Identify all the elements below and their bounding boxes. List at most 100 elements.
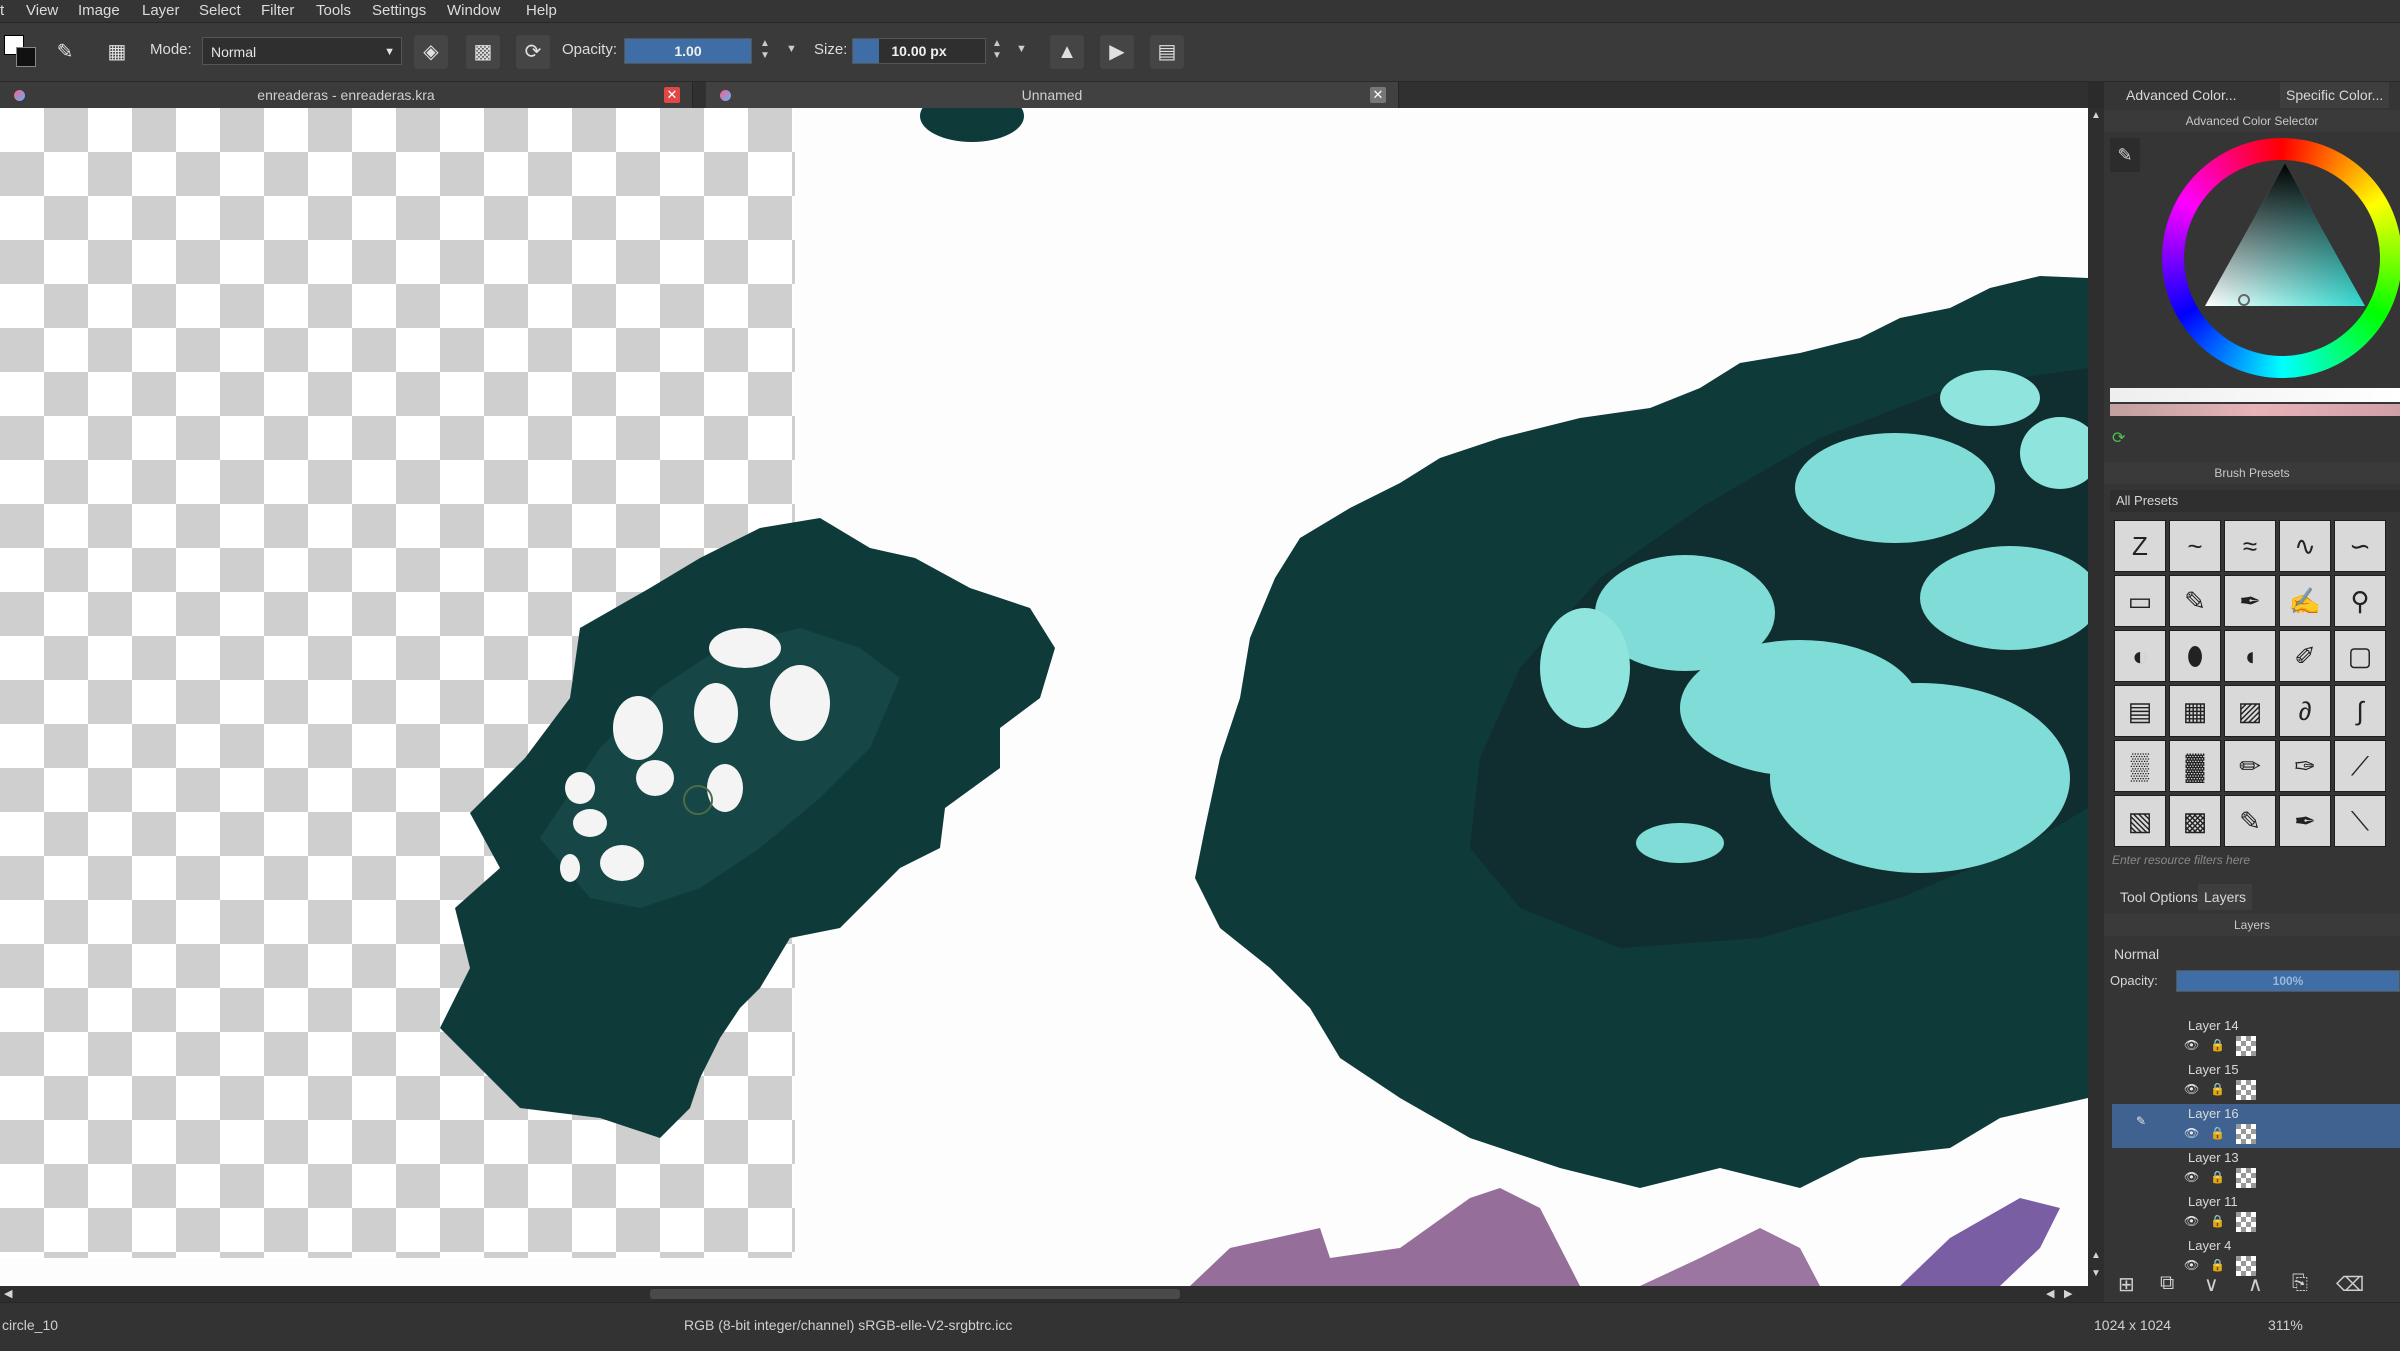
menu-item-select[interactable]: Select: [199, 0, 241, 22]
brush-preset-tile[interactable]: ✐: [2279, 630, 2331, 682]
document-tab-unnamed[interactable]: Unnamed ✕: [706, 82, 1399, 108]
menu-item-tools[interactable]: Tools: [316, 0, 351, 22]
drawing-canvas[interactable]: [0, 108, 2088, 1286]
delete-layer-icon[interactable]: ⌫: [2336, 1272, 2364, 1297]
brush-preset-tile[interactable]: ✒: [2224, 575, 2276, 627]
visibility-eye-icon[interactable]: 👁: [2184, 1082, 2199, 1096]
brush-preset-tile[interactable]: ∫: [2334, 685, 2386, 737]
brush-preset-tile[interactable]: ⟋: [2334, 740, 2386, 792]
tab-layers[interactable]: Layers: [2198, 884, 2253, 910]
layer-row[interactable]: Layer 15 👁 🔒: [2112, 1060, 2400, 1104]
brush-preset-tile[interactable]: Z: [2114, 520, 2166, 572]
brush-preset-tile[interactable]: ✑: [2279, 740, 2331, 792]
color-history-strip[interactable]: [2110, 388, 2400, 402]
refresh-icon[interactable]: ⟳: [2112, 428, 2125, 448]
brush-preset-tile[interactable]: ▩: [2169, 795, 2221, 847]
color-shade-strip[interactable]: [2110, 404, 2400, 416]
brush-preset-icon[interactable]: ✎: [48, 35, 82, 69]
resource-filter-input[interactable]: Enter resource filters here: [2112, 850, 2398, 870]
menu-item-help[interactable]: Help: [526, 0, 557, 22]
brush-preset-tile[interactable]: ≈: [2224, 520, 2276, 572]
lock-icon[interactable]: 🔒: [2210, 1258, 2225, 1272]
scroll-up-icon[interactable]: ▲: [2091, 110, 2101, 121]
lock-icon[interactable]: 🔒: [2210, 1126, 2225, 1140]
close-icon[interactable]: ✕: [1370, 87, 1386, 103]
saturation-value-triangle[interactable]: [2200, 158, 2370, 318]
brush-preset-tile[interactable]: ✒: [2279, 795, 2331, 847]
presets-tag-filter[interactable]: All Presets: [2110, 490, 2400, 512]
visibility-eye-icon[interactable]: 👁: [2184, 1214, 2199, 1228]
chevron-down-icon[interactable]: ▼: [1016, 43, 1027, 55]
lock-icon[interactable]: 🔒: [2210, 1214, 2225, 1228]
brush-preset-tile[interactable]: ⚲: [2334, 575, 2386, 627]
brush-preset-tile[interactable]: ▢: [2334, 630, 2386, 682]
preserve-alpha-icon[interactable]: ▩: [466, 35, 500, 69]
visibility-eye-icon[interactable]: 👁: [2184, 1170, 2199, 1184]
layer-row[interactable]: Layer 11 👁 🔒: [2112, 1192, 2400, 1236]
menu-item-settings[interactable]: Settings: [372, 0, 426, 22]
brush-preset-tile[interactable]: ⟍: [2334, 795, 2386, 847]
brush-preset-tile[interactable]: ▭: [2114, 575, 2166, 627]
size-slider[interactable]: 10.00 px: [852, 38, 986, 64]
brush-preset-tile[interactable]: ▒: [2114, 740, 2166, 792]
menu-item-truncated[interactable]: t: [0, 0, 4, 22]
move-layer-down-icon[interactable]: ∨: [2204, 1272, 2219, 1297]
tab-specific-color[interactable]: Specific Color...: [2280, 82, 2390, 108]
reload-preset-icon[interactable]: ⟳: [516, 35, 550, 69]
scroll-left-icon[interactable]: ◀: [2046, 1287, 2054, 1300]
lock-icon[interactable]: 🔒: [2210, 1170, 2225, 1184]
lock-icon[interactable]: 🔒: [2210, 1038, 2225, 1052]
size-spin-arrows[interactable]: ▲ ▼: [990, 38, 1004, 64]
visibility-eye-icon[interactable]: 👁: [2184, 1038, 2199, 1052]
brush-preset-tile[interactable]: ▤: [2114, 685, 2166, 737]
brush-preset-tile[interactable]: ▧: [2114, 795, 2166, 847]
horizontal-scroll-thumb[interactable]: [650, 1289, 1180, 1299]
chevron-down-icon[interactable]: ▼: [786, 43, 797, 55]
grid-pattern-icon[interactable]: ▦: [100, 35, 134, 69]
brush-preset-tile[interactable]: ◖: [2224, 630, 2276, 682]
opacity-slider[interactable]: 1.00: [624, 38, 752, 64]
scroll-down-icon[interactable]: ▲: [2091, 1250, 2101, 1261]
brush-preset-tile[interactable]: ✎: [2224, 795, 2276, 847]
brush-preset-tile[interactable]: ∽: [2334, 520, 2386, 572]
color-picker-icon[interactable]: ✎: [2110, 138, 2140, 172]
lock-icon[interactable]: 🔒: [2210, 1082, 2225, 1096]
brush-preset-tile[interactable]: ▨: [2224, 685, 2276, 737]
layer-row[interactable]: Layer 13 👁 🔒: [2112, 1148, 2400, 1192]
brush-preset-tile[interactable]: ∿: [2279, 520, 2331, 572]
brush-preset-tile[interactable]: ✎: [2169, 575, 2221, 627]
opacity-spin-arrows[interactable]: ▲ ▼: [758, 38, 772, 64]
workspace-icon[interactable]: ▤: [1150, 35, 1184, 69]
vertical-scrollbar[interactable]: ▲ ▲ ▼: [2088, 108, 2104, 1286]
visibility-eye-icon[interactable]: 👁: [2184, 1126, 2199, 1140]
menu-item-filter[interactable]: Filter: [261, 0, 294, 22]
layer-properties-icon[interactable]: ⎘: [2292, 1272, 2308, 1295]
tab-tool-options[interactable]: Tool Options: [2120, 884, 2198, 910]
brush-preset-tile[interactable]: ∂: [2279, 685, 2331, 737]
scroll-left-icon[interactable]: ◀: [4, 1287, 12, 1300]
duplicate-layer-icon[interactable]: ⧉: [2160, 1272, 2174, 1295]
mirror-horizontal-icon[interactable]: ▲: [1050, 35, 1084, 69]
blend-mode-select[interactable]: Normal ▼: [202, 37, 402, 65]
layer-blend-mode-select[interactable]: Normal: [2110, 942, 2400, 966]
brush-preset-tile[interactable]: ✏: [2224, 740, 2276, 792]
move-layer-up-icon[interactable]: ∧: [2248, 1272, 2263, 1297]
brush-preset-tile[interactable]: ⬮: [2169, 630, 2221, 682]
eraser-mode-icon[interactable]: ◈: [414, 35, 448, 69]
close-icon[interactable]: ✕: [664, 87, 680, 103]
menu-item-view[interactable]: View: [26, 0, 58, 22]
menu-item-image[interactable]: Image: [78, 0, 120, 22]
status-zoom[interactable]: 311%: [2268, 1317, 2303, 1333]
scroll-down-icon[interactable]: ▼: [2091, 1268, 2101, 1279]
brush-preset-tile[interactable]: ~: [2169, 520, 2221, 572]
add-layer-icon[interactable]: ⊞: [2118, 1272, 2135, 1297]
brush-preset-tile[interactable]: ✍: [2279, 575, 2331, 627]
visibility-eye-icon[interactable]: 👁: [2184, 1258, 2199, 1272]
menu-item-window[interactable]: Window: [447, 0, 500, 22]
tab-advanced-color[interactable]: Advanced Color...: [2126, 82, 2237, 108]
fg-bg-color-swatch[interactable]: [4, 35, 36, 67]
layer-row[interactable]: Layer 16 👁 🔒 ✎: [2112, 1104, 2400, 1148]
brush-preset-tile[interactable]: ◐: [2114, 630, 2166, 682]
horizontal-scrollbar[interactable]: ◀ ◀ ▶: [0, 1286, 2104, 1302]
scroll-right-icon[interactable]: ▶: [2064, 1287, 2072, 1300]
